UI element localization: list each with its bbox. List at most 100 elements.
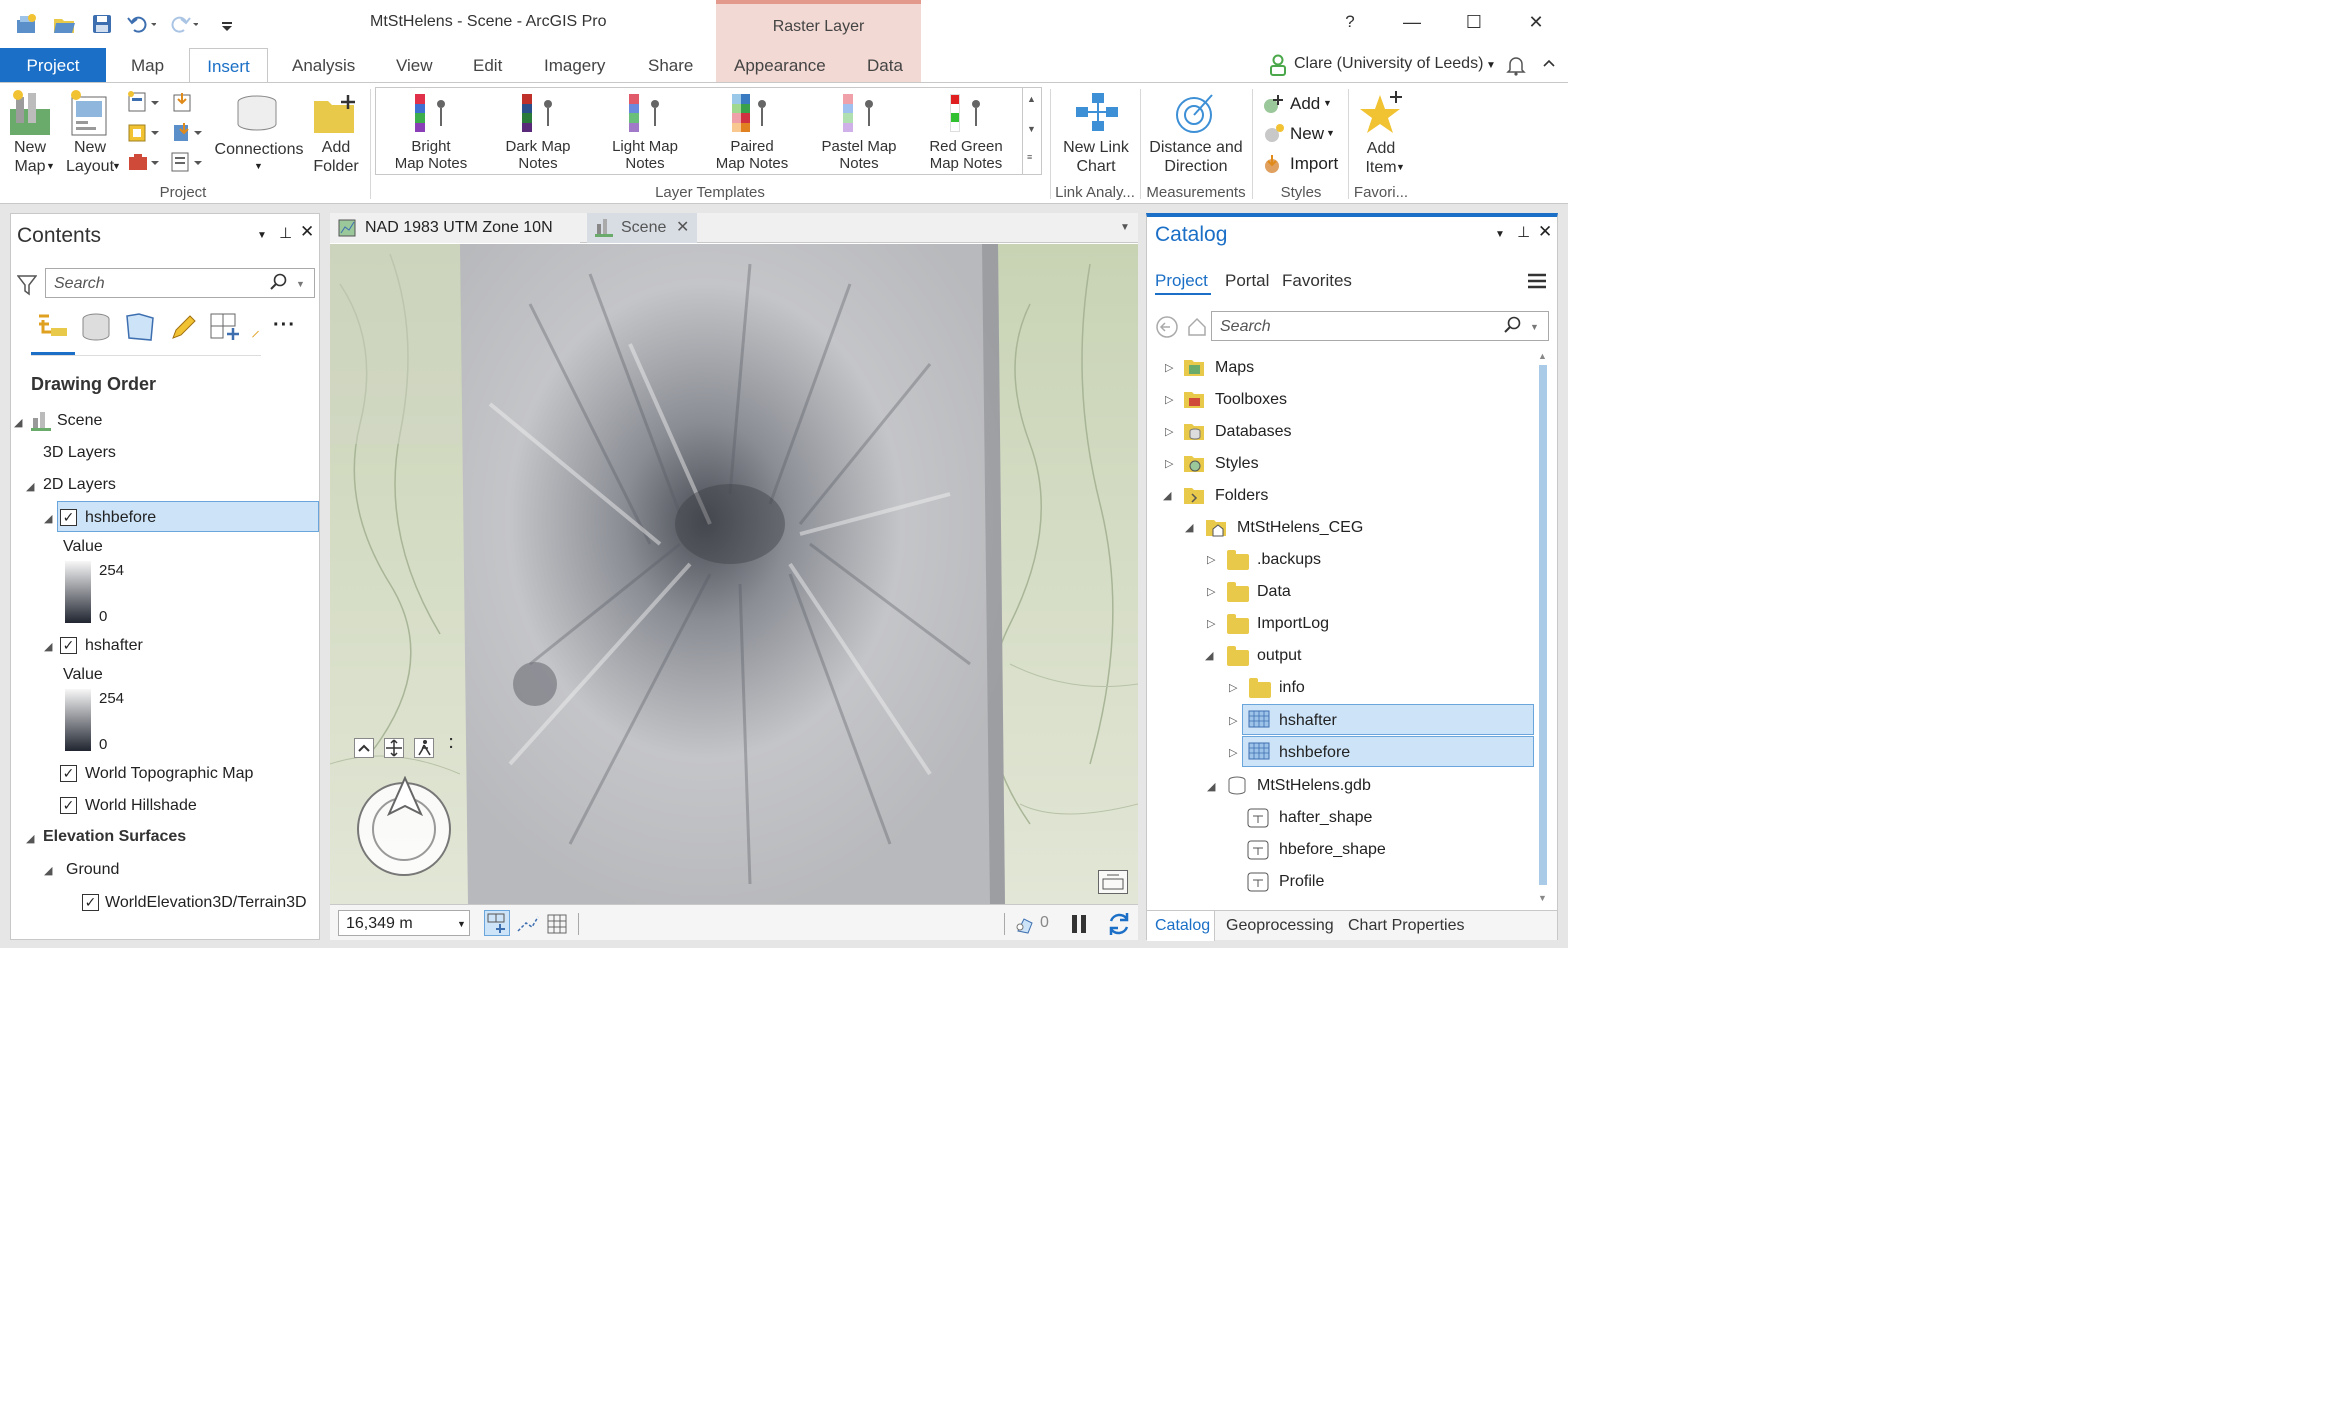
tab-map[interactable]: Map	[131, 56, 164, 76]
catalog-item-hshafter[interactable]: hshafter	[1279, 712, 1337, 730]
scale-dropdown-icon[interactable]: ▼	[457, 919, 466, 929]
new-layout-icon[interactable]	[68, 89, 112, 142]
collapse-ribbon-icon[interactable]	[1542, 56, 1556, 74]
collapse-triangle-icon[interactable]: ◢	[44, 864, 52, 877]
bottom-tab-chart-properties[interactable]: Chart Properties	[1348, 917, 1465, 935]
new-style-dropdown-icon[interactable]: ▼	[1326, 128, 1335, 138]
search-icon[interactable]	[270, 273, 288, 296]
connections-button[interactable]: Connections	[210, 140, 308, 159]
collapse-triangle-icon[interactable]: ◢	[14, 416, 22, 429]
catalog-item-output[interactable]: output	[1257, 647, 1301, 665]
pin-pane-icon[interactable]: ⊥	[279, 224, 292, 242]
close-view-tab-icon[interactable]: ✕	[676, 217, 689, 237]
ground-surface[interactable]: Ground	[66, 861, 119, 879]
overview-icon[interactable]	[1098, 870, 1128, 894]
close-pane-icon[interactable]: ✕	[300, 222, 314, 242]
layer-hshbefore[interactable]: hshbefore	[85, 509, 156, 527]
task-icon[interactable]	[127, 151, 161, 178]
template-paired-map-notes[interactable]: Paired Map Notes	[702, 94, 802, 172]
collapse-triangle-icon[interactable]: ◢	[1205, 649, 1213, 662]
layer-visibility-checkbox[interactable]: ✓	[60, 637, 77, 654]
help-button[interactable]: ?	[1340, 12, 1360, 32]
catalog-item-backups[interactable]: .backups	[1257, 551, 1321, 569]
pane-options-icon[interactable]: ▼	[257, 230, 267, 241]
back-icon[interactable]	[1155, 315, 1179, 344]
expand-triangle-icon[interactable]: ▷	[1229, 681, 1237, 694]
collapse-triangle-icon[interactable]: ◢	[26, 480, 34, 493]
connections-icon[interactable]	[234, 93, 280, 140]
layer-visibility-checkbox[interactable]: ✓	[82, 894, 99, 911]
catalog-subtab-portal[interactable]: Portal	[1225, 271, 1269, 291]
user-dropdown-icon[interactable]: ▼	[1486, 60, 1496, 71]
layer-world-hillshade[interactable]: World Hillshade	[85, 797, 197, 815]
list-by-source-icon[interactable]	[81, 312, 111, 347]
catalog-item-gdb[interactable]: MtStHelens.gdb	[1257, 777, 1371, 795]
pane-options-icon[interactable]: ▼	[1495, 229, 1505, 240]
catalog-item-info[interactable]: info	[1279, 679, 1305, 697]
scale-selector[interactable]: 16,349 m ▼	[338, 910, 470, 936]
more-options-icon[interactable]: ···	[273, 314, 296, 337]
list-by-selection-icon[interactable]	[125, 312, 155, 347]
layer-visibility-checkbox[interactable]: ✓	[60, 797, 77, 814]
navigator-compass[interactable]	[357, 776, 451, 876]
catalog-item-hshbefore[interactable]: hshbefore	[1279, 744, 1350, 762]
navigator-toggle-button[interactable]	[354, 738, 374, 758]
catalog-item-data[interactable]: Data	[1257, 583, 1291, 601]
gallery-down-icon[interactable]: ▼	[1027, 124, 1036, 134]
list-by-labeling-icon[interactable]: ⸝	[251, 318, 260, 342]
collapse-triangle-icon[interactable]: ◢	[44, 640, 52, 653]
list-by-snapping-icon[interactable]	[209, 312, 243, 347]
distance-direction-button[interactable]: Distance and Direction	[1144, 138, 1248, 176]
undo-icon[interactable]	[126, 12, 157, 36]
add-style-dropdown-icon[interactable]: ▼	[1323, 98, 1332, 108]
snapping-toggle-icon[interactable]	[484, 910, 510, 936]
pause-drawing-icon[interactable]	[1070, 913, 1088, 940]
catalog-scrollbar[interactable]: ▲ ▼	[1537, 351, 1549, 907]
expand-triangle-icon[interactable]: ▷	[1165, 361, 1173, 374]
collapse-triangle-icon[interactable]: ◢	[26, 832, 34, 845]
tab-edit[interactable]: Edit	[473, 56, 502, 76]
bottom-tab-geoprocessing[interactable]: Geoprocessing	[1226, 917, 1334, 935]
scene-canvas[interactable]: ⠅	[330, 244, 1138, 904]
view-tab-nad1983[interactable]: NAD 1983 UTM Zone 10N	[330, 213, 580, 243]
expand-triangle-icon[interactable]: ▷	[1207, 585, 1215, 598]
new-map-icon[interactable]	[8, 89, 52, 142]
new-link-chart-button[interactable]: New Link Chart	[1054, 138, 1138, 176]
list-by-drawing-order-icon[interactable]	[35, 310, 69, 347]
view-tabs-dropdown-icon[interactable]: ▼	[1120, 222, 1130, 233]
contents-search-input[interactable]: Search ▼	[45, 268, 315, 298]
toolbox-icon[interactable]	[127, 121, 161, 148]
tab-share[interactable]: Share	[648, 56, 693, 76]
close-pane-icon[interactable]: ✕	[1538, 222, 1552, 242]
expand-triangle-icon[interactable]: ▷	[1165, 425, 1173, 438]
bottom-tab-catalog[interactable]: Catalog	[1147, 911, 1215, 941]
gallery-expand-icon[interactable]: ≡	[1027, 152, 1032, 162]
layer-hshafter[interactable]: hshafter	[85, 637, 143, 655]
catalog-item-maps[interactable]: Maps	[1215, 359, 1254, 377]
collapse-triangle-icon[interactable]: ◢	[1207, 780, 1215, 793]
grid-icon[interactable]	[546, 913, 568, 940]
catalog-item-folders[interactable]: Folders	[1215, 487, 1268, 505]
catalog-menu-icon[interactable]	[1527, 271, 1547, 296]
catalog-item-importlog[interactable]: ImportLog	[1257, 615, 1329, 633]
notifications-icon[interactable]	[1506, 54, 1526, 81]
layer-visibility-checkbox[interactable]: ✓	[60, 765, 77, 782]
full-extent-icon[interactable]	[384, 738, 404, 758]
snapping-options-icon[interactable]	[516, 913, 540, 940]
tab-data[interactable]: Data	[867, 56, 903, 76]
open-project-icon[interactable]	[52, 12, 76, 36]
tab-analysis[interactable]: Analysis	[292, 56, 355, 76]
close-button[interactable]: ✕	[1526, 12, 1546, 33]
add-item-dropdown-icon[interactable]: ▼	[1396, 162, 1405, 172]
elevation-surfaces-group[interactable]: Elevation Surfaces	[43, 828, 186, 846]
view-tab-scene[interactable]: Scene ✕	[587, 213, 697, 243]
catalog-item-hbefore-shape[interactable]: hbefore_shape	[1279, 841, 1386, 859]
catalog-item-toolboxes[interactable]: Toolboxes	[1215, 391, 1287, 409]
maximize-button[interactable]: ☐	[1464, 12, 1484, 33]
catalog-item-mtsthelens-ceg[interactable]: MtStHelens_CEG	[1237, 519, 1363, 537]
tab-view[interactable]: View	[396, 56, 433, 76]
template-light-map-notes[interactable]: Light Map Notes	[595, 94, 695, 172]
expand-triangle-icon[interactable]: ▷	[1165, 393, 1173, 406]
customize-qat-icon[interactable]	[220, 12, 244, 36]
collapse-triangle-icon[interactable]: ◢	[1163, 489, 1171, 502]
